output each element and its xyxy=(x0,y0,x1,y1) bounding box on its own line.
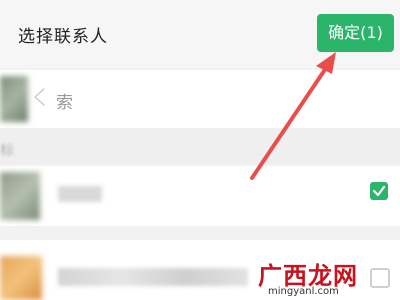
contact-name xyxy=(58,268,248,286)
page-title: 选择联系人 xyxy=(18,27,108,47)
check-icon xyxy=(372,185,386,197)
confirm-button[interactable]: 确定(1) xyxy=(317,14,394,52)
contact-checkbox-empty[interactable] xyxy=(370,268,390,288)
contact-name xyxy=(58,186,102,202)
watermark-url: mingyanl.com xyxy=(268,286,339,297)
contact-avatar xyxy=(0,256,42,300)
header-bar: 选择联系人 确定(1) xyxy=(0,0,400,68)
selected-avatar xyxy=(0,76,28,122)
section-label: 标 xyxy=(0,143,14,159)
back-arrow-icon[interactable] xyxy=(30,86,52,108)
contact-avatar xyxy=(0,172,40,220)
contact-row[interactable] xyxy=(0,166,400,226)
contact-checkbox-checked[interactable] xyxy=(370,182,388,200)
section-header xyxy=(0,128,400,164)
search-input[interactable]: 索 xyxy=(56,88,73,113)
